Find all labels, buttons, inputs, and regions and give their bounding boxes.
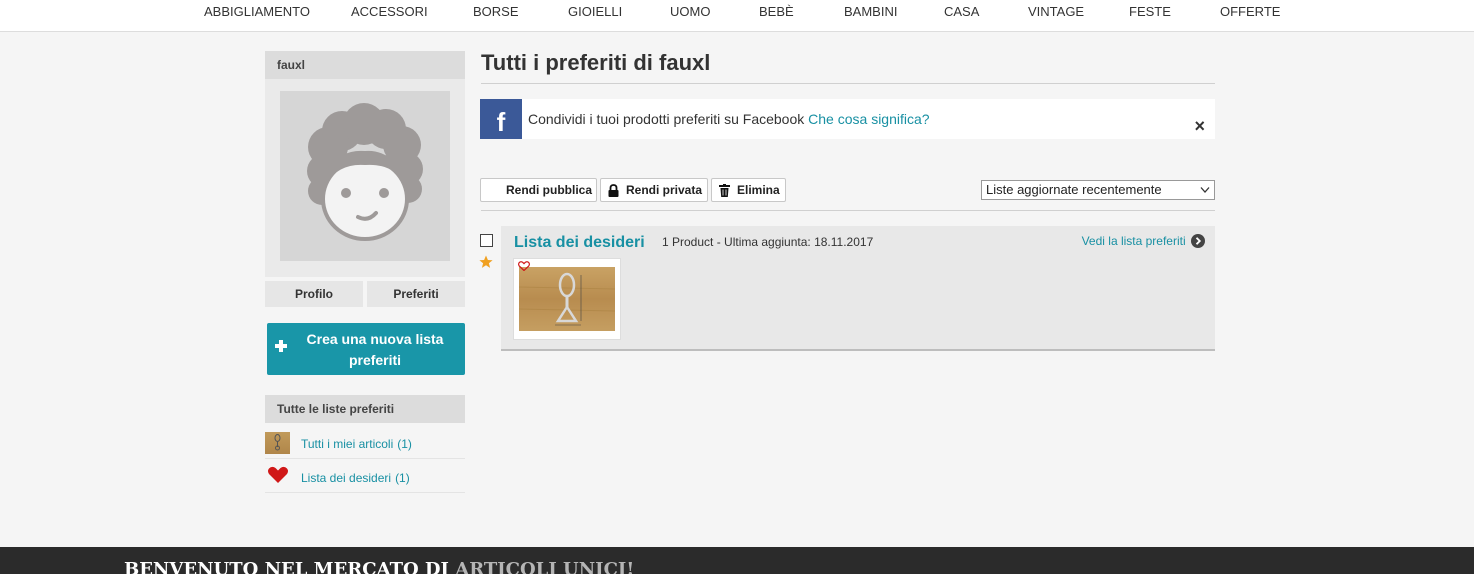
facebook-icon[interactable]: f: [480, 99, 522, 139]
nav-item-borse[interactable]: BORSE: [473, 4, 519, 19]
make-public-label: Rendi pubblica: [506, 183, 593, 197]
sidebar-list-count: (1): [397, 437, 412, 451]
facebook-info-link[interactable]: Che cosa significa?: [808, 111, 929, 127]
facebook-share-text: Condividi i tuoi prodotti preferiti su F…: [528, 111, 930, 127]
lock-icon: [608, 184, 619, 197]
swivel-clasp-image-icon: [518, 272, 616, 326]
chevron-down-icon: [1200, 187, 1210, 193]
wishlist-card: Lista dei desideri 1 Product - Ultima ag…: [501, 226, 1215, 351]
title-divider: [481, 83, 1215, 84]
view-list-link[interactable]: Vedi la lista preferiti: [1082, 234, 1205, 248]
delete-label: Elimina: [737, 183, 780, 197]
heart-outline-icon: [518, 261, 530, 271]
tab-profilo[interactable]: Profilo: [265, 281, 363, 307]
list-thumbnail: [265, 432, 290, 454]
username-label: fauxl: [265, 51, 465, 79]
nav-item-accessori[interactable]: ACCESSORI: [351, 4, 428, 19]
product-thumbnail[interactable]: [513, 258, 621, 340]
footer-banner: BENVENUTO NEL MERCATO DI ARTICOLI UNICI!: [0, 547, 1474, 574]
sort-dropdown[interactable]: Liste aggiornate recentemente: [981, 180, 1215, 200]
facebook-share-bar: f Condividi i tuoi prodotti preferiti su…: [480, 99, 1215, 139]
nav-item-abbigliamento[interactable]: ABBIGLIAMENTO: [204, 4, 310, 19]
footer-accent-text: ARTICOLI UNICI!: [455, 559, 635, 574]
category-nav: ABBIGLIAMENTO ACCESSORI BORSE GIOIELLI U…: [0, 0, 1474, 32]
nav-item-casa[interactable]: CASA: [944, 4, 979, 19]
sidebar-list-label: Tutti i miei articoli (1): [301, 437, 412, 451]
make-private-label: Rendi privata: [626, 183, 703, 197]
user-profile-box: fauxl Profilo Preferiti: [265, 51, 465, 307]
trash-icon: [719, 184, 730, 197]
toolbar-divider: [481, 210, 1215, 211]
nav-item-vintage[interactable]: VINTAGE: [1028, 4, 1084, 19]
create-list-label: Crea una nuova lista preferiti: [306, 331, 444, 368]
footer-welcome: BENVENUTO NEL MERCATO DI ARTICOLI UNICI!: [124, 559, 634, 574]
product-image: [518, 267, 616, 331]
clasp-thumbnail-icon: [274, 434, 281, 451]
plus-icon: [275, 340, 287, 352]
list-title-link[interactable]: Lista dei desideri: [514, 234, 645, 252]
list-select-checkbox[interactable]: [480, 234, 493, 247]
sort-selected-value: Liste aggiornate recentemente: [986, 182, 1162, 197]
create-list-button[interactable]: Crea una nuova lista preferiti: [267, 323, 465, 375]
default-list-star-icon[interactable]: [479, 255, 493, 269]
nav-item-bebe[interactable]: BEBÈ: [759, 4, 794, 19]
make-public-button[interactable]: Rendi pubblica: [480, 178, 597, 202]
profile-tabs: Profilo Preferiti: [265, 281, 465, 307]
list-meta: 1 Product - Ultima aggiunta: 18.11.2017: [662, 235, 874, 249]
default-avatar-icon: [307, 103, 423, 241]
delete-button[interactable]: Elimina: [711, 178, 786, 202]
avatar-panel: [265, 79, 465, 277]
tab-preferiti[interactable]: Preferiti: [367, 281, 465, 307]
nav-item-feste[interactable]: FESTE: [1129, 4, 1171, 19]
category-nav-list: ABBIGLIAMENTO ACCESSORI BORSE GIOIELLI U…: [0, 0, 1474, 31]
heart-icon: [267, 466, 289, 489]
all-lists-heading: Tutte le liste preferiti: [265, 395, 465, 423]
sidebar-list-count: (1): [395, 471, 410, 485]
make-private-button[interactable]: Rendi privata: [600, 178, 708, 202]
arrow-right-circle-icon: [1191, 234, 1205, 248]
nav-item-bambini[interactable]: BAMBINI: [844, 4, 897, 19]
page-title: Tutti i preferiti di fauxl: [481, 50, 711, 75]
sidebar-list-label: Lista dei desideri (1): [301, 471, 410, 485]
close-icon[interactable]: ×: [1194, 117, 1205, 135]
sidebar-list-wishlist[interactable]: Lista dei desideri (1): [265, 460, 465, 493]
avatar[interactable]: [280, 91, 450, 261]
nav-item-offerte[interactable]: OFFERTE: [1220, 4, 1280, 19]
nav-item-uomo[interactable]: UOMO: [670, 4, 710, 19]
sidebar-list-all-items[interactable]: Tutti i miei articoli (1): [265, 426, 465, 459]
nav-item-gioielli[interactable]: GIOIELLI: [568, 4, 622, 19]
